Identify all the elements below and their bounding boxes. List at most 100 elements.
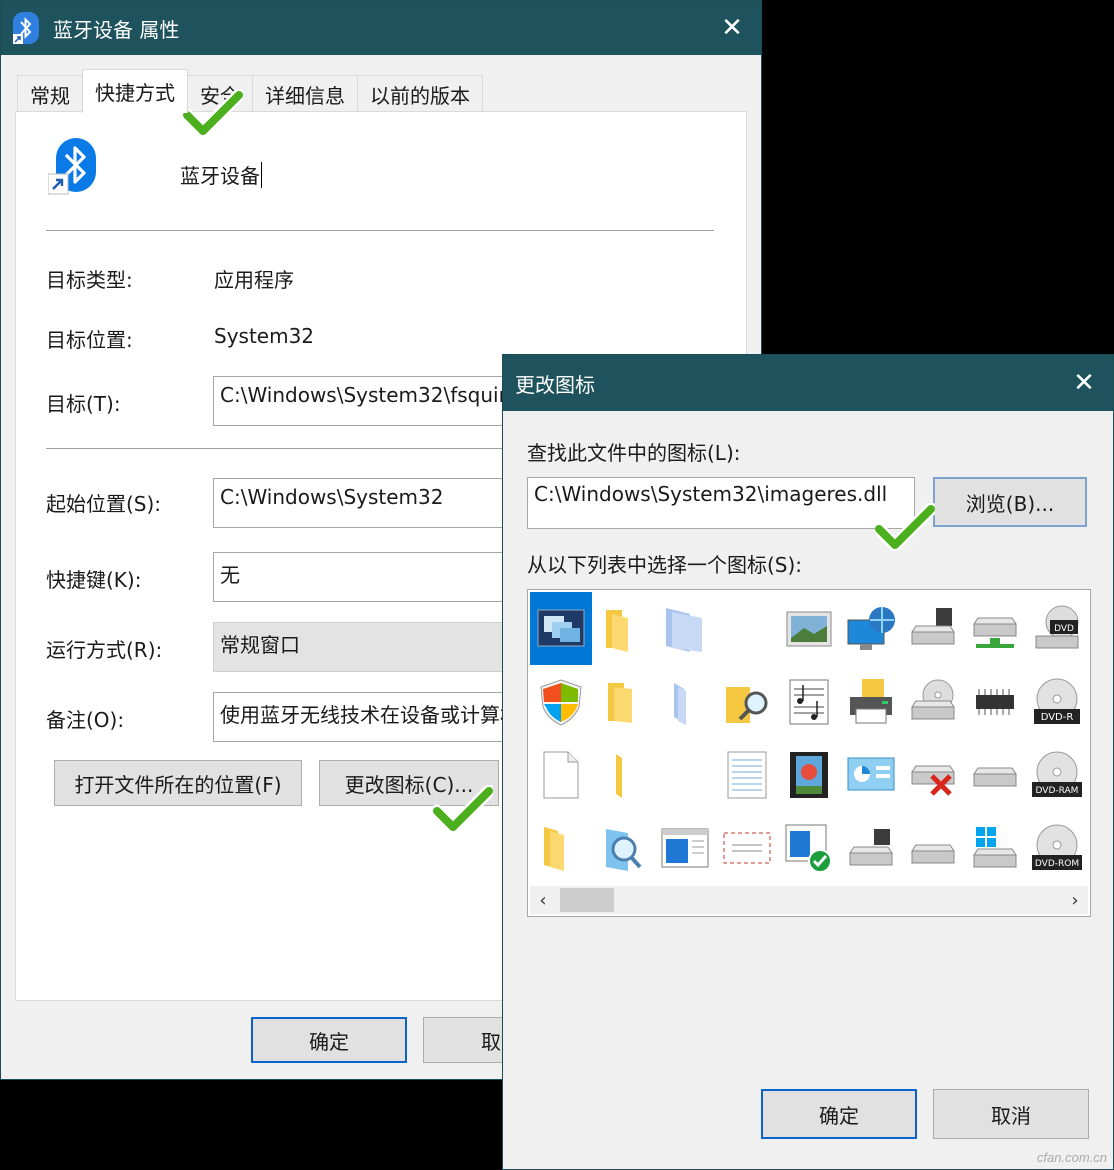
text-document-icon — [727, 751, 767, 798]
dvd-rom-icon: DVD-ROM — [1032, 824, 1082, 870]
icon-option[interactable] — [654, 665, 716, 738]
icon-option[interactable] — [592, 738, 654, 811]
icon-option[interactable] — [778, 811, 840, 884]
hard-drive-icon — [911, 844, 955, 863]
icon-option[interactable] — [592, 811, 654, 884]
icon-option[interactable] — [716, 738, 778, 811]
scrollbar-thumb[interactable] — [560, 888, 614, 912]
icon-file-path-input[interactable]: C:\Windows\System32\imageres.dll — [527, 477, 915, 529]
icon-list[interactable]: DVD DVD-R DVD-RAM DVD-ROM ‹ › — [527, 589, 1091, 917]
cancel-button[interactable]: 取消 — [933, 1089, 1089, 1139]
icon-option[interactable] — [902, 811, 964, 884]
tab-details[interactable]: 详细信息 — [252, 75, 358, 113]
network-globe-icon — [847, 606, 895, 650]
dvd-r-label: DVD-R — [1041, 712, 1074, 723]
network-drive-icon — [973, 617, 1017, 648]
icon-option[interactable]: DVD-R — [1026, 665, 1088, 738]
window-check-icon — [785, 824, 832, 873]
icon-option[interactable] — [840, 592, 902, 665]
target-type-label: 目标类型: — [46, 268, 133, 292]
icon-option[interactable] — [778, 665, 840, 738]
tab-strip: 常规 快捷方式 安全 详细信息 以前的版本 — [17, 69, 483, 113]
close-button[interactable]: ✕ — [703, 1, 761, 55]
icon-option[interactable] — [716, 592, 778, 665]
icon-option[interactable] — [654, 738, 716, 811]
icon-option[interactable] — [716, 811, 778, 884]
icon-option[interactable] — [592, 592, 654, 665]
chip-icon — [976, 688, 1014, 715]
icon-option[interactable] — [530, 738, 592, 811]
dvd-drive-icon: DVD — [1035, 605, 1079, 648]
icon-option[interactable] — [530, 811, 592, 884]
icon-option[interactable] — [654, 592, 716, 665]
dialog-title: 更改图标 — [515, 372, 595, 397]
shortcut-name-field[interactable]: 蓝牙设备 — [180, 160, 262, 189]
comment-label: 备注(O): — [46, 708, 125, 732]
select-icon-label: 从以下列表中选择一个图标(S): — [527, 553, 803, 577]
icon-option[interactable] — [592, 665, 654, 738]
icon-option[interactable] — [840, 665, 902, 738]
icon-option[interactable] — [840, 811, 902, 884]
icon-option[interactable] — [902, 592, 964, 665]
cd-drive-icon — [911, 679, 955, 719]
disconnected-drive-icon — [911, 765, 955, 796]
folder-search-icon — [726, 686, 768, 723]
icon-option[interactable] — [778, 738, 840, 811]
watermark: cfan.com.cn — [1036, 1150, 1107, 1165]
windows-drive-icon — [973, 826, 1017, 867]
shortcut-name-text: 蓝牙设备 — [180, 164, 260, 188]
checkmark-icon — [875, 503, 935, 551]
icon-option[interactable] — [530, 665, 592, 738]
dvd-label: DVD — [1054, 624, 1074, 634]
icon-option[interactable]: DVD — [1026, 592, 1088, 665]
icon-option[interactable] — [964, 811, 1026, 884]
blue-folder-icon — [666, 607, 702, 652]
scroll-left-icon[interactable]: ‹ — [530, 886, 556, 914]
scroll-right-icon[interactable]: › — [1062, 886, 1088, 914]
tab-shortcut[interactable]: 快捷方式 — [82, 69, 188, 113]
icon-option[interactable] — [902, 738, 964, 811]
target-label: 目标(T): — [46, 392, 121, 416]
icon-option[interactable] — [778, 592, 840, 665]
target-location-label: 目标位置: — [46, 328, 133, 352]
target-location-value: System32 — [214, 324, 315, 348]
checkmark-icon — [433, 785, 493, 833]
ok-button[interactable]: 确定 — [251, 1017, 407, 1063]
icon-option[interactable] — [964, 592, 1026, 665]
checkmark-icon — [183, 89, 243, 137]
folder-icon — [608, 682, 632, 723]
picture-icon — [786, 611, 832, 646]
blank-document-icon — [543, 751, 579, 798]
look-for-icons-label: 查找此文件中的图标(L): — [527, 441, 741, 465]
music-sheet-icon — [789, 679, 829, 724]
icon-option[interactable] — [964, 738, 1026, 811]
tab-general[interactable]: 常规 — [17, 75, 83, 113]
title-bar[interactable]: 蓝牙设备 属性 ✕ — [1, 1, 761, 55]
dvd-ram-label: DVD-RAM — [1036, 786, 1079, 796]
close-button[interactable]: ✕ — [1055, 355, 1113, 411]
icon-option[interactable] — [964, 665, 1026, 738]
icon-option[interactable]: DVD-RAM — [1026, 738, 1088, 811]
icon-option[interactable] — [902, 665, 964, 738]
hard-drive-icon — [973, 767, 1017, 786]
title-bar[interactable]: 更改图标 ✕ — [503, 355, 1113, 411]
icon-option[interactable]: DVD-ROM — [1026, 811, 1088, 884]
run-label: 运行方式(R): — [46, 638, 163, 662]
search-folder-icon — [606, 828, 642, 871]
icon-option[interactable] — [840, 738, 902, 811]
dvd-rom-label: DVD-ROM — [1035, 859, 1079, 869]
target-type-value: 应用程序 — [214, 268, 294, 292]
ok-button[interactable]: 确定 — [761, 1089, 917, 1139]
icon-option[interactable] — [530, 592, 592, 665]
browse-button[interactable]: 浏览(B)... — [933, 477, 1087, 527]
floppy-drive-icon — [911, 607, 955, 644]
tab-previous-versions[interactable]: 以前的版本 — [357, 75, 483, 113]
bluetooth-icon — [13, 12, 39, 44]
envelope-icon — [723, 832, 771, 863]
divider — [46, 230, 714, 231]
icon-option[interactable] — [654, 811, 716, 884]
horizontal-scrollbar[interactable]: ‹ › — [530, 886, 1088, 914]
icon-option[interactable] — [716, 665, 778, 738]
text-caret — [261, 162, 262, 188]
open-file-location-button[interactable]: 打开文件所在的位置(F) — [54, 760, 302, 806]
